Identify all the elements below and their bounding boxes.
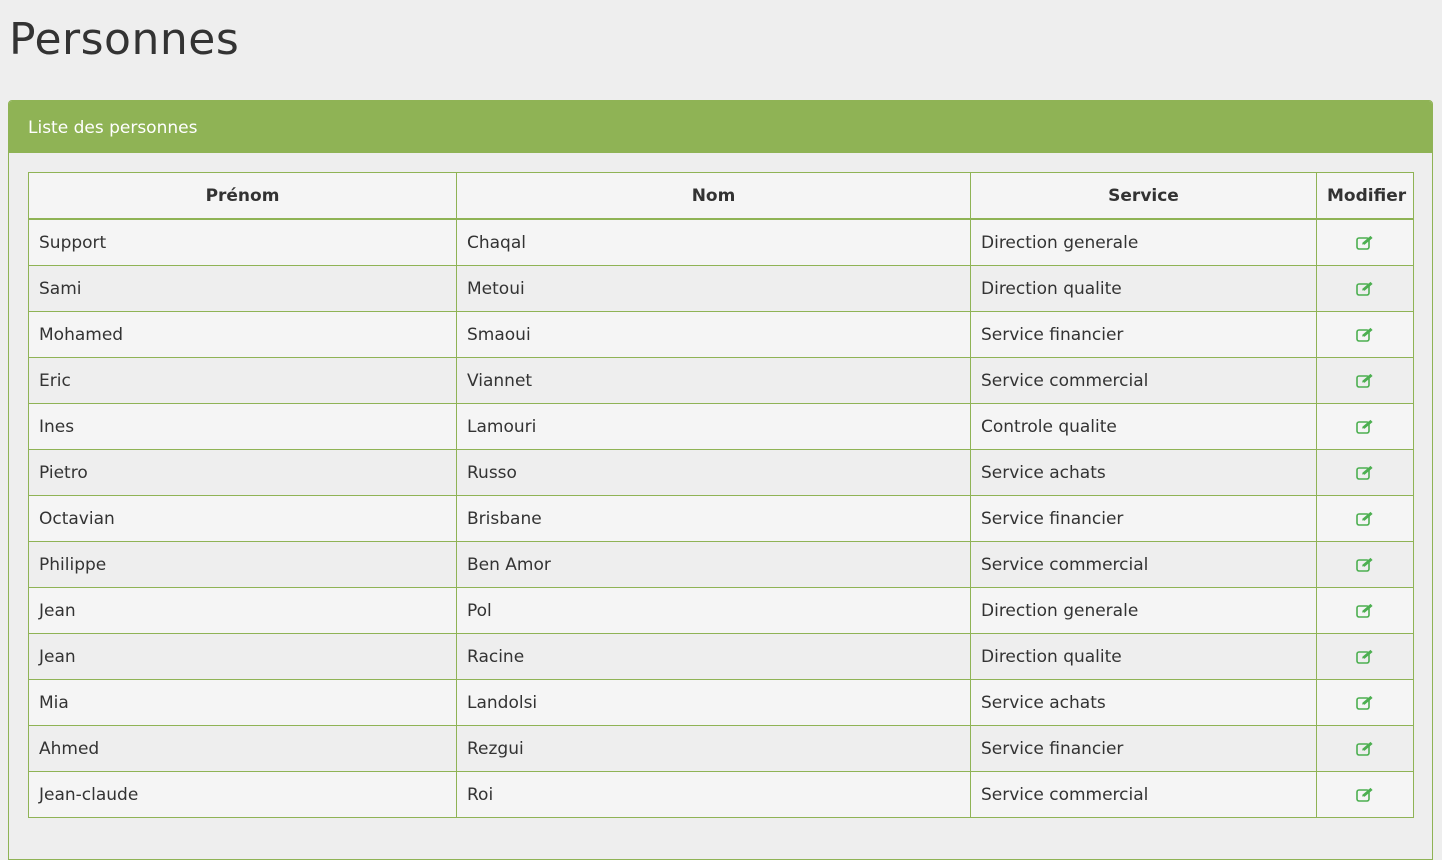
persons-panel: Liste des personnes Prénom Nom Service M… bbox=[8, 100, 1433, 860]
edit-icon[interactable] bbox=[1356, 649, 1374, 665]
cell-nom: Chaqal bbox=[456, 218, 971, 266]
cell-modifier bbox=[1316, 357, 1414, 404]
cell-prenom: Philippe bbox=[28, 541, 457, 588]
cell-prenom: Ines bbox=[28, 403, 457, 450]
column-header-nom[interactable]: Nom bbox=[456, 172, 971, 220]
cell-modifier bbox=[1316, 495, 1414, 542]
cell-nom: Pol bbox=[456, 587, 971, 634]
edit-icon[interactable] bbox=[1356, 373, 1374, 389]
cell-service: Service commercial bbox=[970, 357, 1317, 404]
cell-prenom: Jean-claude bbox=[28, 771, 457, 818]
edit-icon[interactable] bbox=[1356, 281, 1374, 297]
cell-prenom: Mia bbox=[28, 679, 457, 726]
cell-nom: Landolsi bbox=[456, 679, 971, 726]
persons-table: Prénom Nom Service Modifier Support Chaq… bbox=[28, 172, 1414, 818]
edit-icon[interactable] bbox=[1356, 235, 1374, 251]
cell-nom: Russo bbox=[456, 449, 971, 496]
page-title: Personnes bbox=[9, 14, 240, 65]
cell-service: Direction qualite bbox=[970, 633, 1317, 680]
cell-modifier bbox=[1316, 403, 1414, 450]
edit-icon[interactable] bbox=[1356, 695, 1374, 711]
cell-prenom: Sami bbox=[28, 265, 457, 312]
cell-modifier bbox=[1316, 311, 1414, 358]
table-row: Jean-claude Roi Service commercial bbox=[28, 771, 1414, 818]
edit-icon[interactable] bbox=[1356, 419, 1374, 435]
edit-icon[interactable] bbox=[1356, 511, 1374, 527]
cell-service: Service achats bbox=[970, 449, 1317, 496]
cell-nom: Ben Amor bbox=[456, 541, 971, 588]
cell-service: Direction qualite bbox=[970, 265, 1317, 312]
cell-modifier bbox=[1316, 679, 1414, 726]
column-header-service[interactable]: Service bbox=[970, 172, 1317, 220]
cell-modifier bbox=[1316, 771, 1414, 818]
edit-icon[interactable] bbox=[1356, 741, 1374, 757]
table-row: Jean Racine Direction qualite bbox=[28, 633, 1414, 680]
edit-icon[interactable] bbox=[1356, 327, 1374, 343]
panel-heading: Liste des personnes bbox=[9, 101, 1432, 153]
cell-prenom: Support bbox=[28, 218, 457, 266]
table-row: Jean Pol Direction generale bbox=[28, 587, 1414, 634]
table-row: Octavian Brisbane Service financier bbox=[28, 495, 1414, 542]
table-body: Support Chaqal Direction generale Sami M… bbox=[28, 218, 1414, 818]
table-row: Support Chaqal Direction generale bbox=[28, 218, 1414, 266]
cell-nom: Smaoui bbox=[456, 311, 971, 358]
table-row: Pietro Russo Service achats bbox=[28, 449, 1414, 496]
table-row: Philippe Ben Amor Service commercial bbox=[28, 541, 1414, 588]
cell-nom: Roi bbox=[456, 771, 971, 818]
table-header-row: Prénom Nom Service Modifier bbox=[28, 172, 1414, 220]
edit-icon[interactable] bbox=[1356, 465, 1374, 481]
table-row: Ines Lamouri Controle qualite bbox=[28, 403, 1414, 450]
cell-service: Service commercial bbox=[970, 541, 1317, 588]
cell-prenom: Octavian bbox=[28, 495, 457, 542]
edit-icon[interactable] bbox=[1356, 557, 1374, 573]
table-row: Ahmed Rezgui Service financier bbox=[28, 725, 1414, 772]
cell-service: Service commercial bbox=[970, 771, 1317, 818]
cell-modifier bbox=[1316, 633, 1414, 680]
cell-nom: Metoui bbox=[456, 265, 971, 312]
cell-prenom: Ahmed bbox=[28, 725, 457, 772]
cell-prenom: Mohamed bbox=[28, 311, 457, 358]
table-row: Sami Metoui Direction qualite bbox=[28, 265, 1414, 312]
column-header-prenom[interactable]: Prénom bbox=[28, 172, 457, 220]
cell-modifier bbox=[1316, 265, 1414, 312]
column-header-modifier: Modifier bbox=[1316, 172, 1414, 220]
cell-service: Service financier bbox=[970, 495, 1317, 542]
cell-service: Controle qualite bbox=[970, 403, 1317, 450]
edit-icon[interactable] bbox=[1356, 603, 1374, 619]
cell-modifier bbox=[1316, 587, 1414, 634]
table-row: Mohamed Smaoui Service financier bbox=[28, 311, 1414, 358]
cell-nom: Rezgui bbox=[456, 725, 971, 772]
cell-modifier bbox=[1316, 725, 1414, 772]
cell-prenom: Pietro bbox=[28, 449, 457, 496]
cell-nom: Brisbane bbox=[456, 495, 971, 542]
table-row: Mia Landolsi Service achats bbox=[28, 679, 1414, 726]
cell-modifier bbox=[1316, 449, 1414, 496]
cell-modifier bbox=[1316, 218, 1414, 266]
cell-service: Service financier bbox=[970, 311, 1317, 358]
cell-nom: Racine bbox=[456, 633, 971, 680]
cell-nom: Lamouri bbox=[456, 403, 971, 450]
cell-prenom: Jean bbox=[28, 587, 457, 634]
cell-nom: Viannet bbox=[456, 357, 971, 404]
cell-service: Direction generale bbox=[970, 587, 1317, 634]
persons-table-wrapper: Prénom Nom Service Modifier Support Chaq… bbox=[28, 172, 1414, 818]
cell-service: Service financier bbox=[970, 725, 1317, 772]
table-row: Eric Viannet Service commercial bbox=[28, 357, 1414, 404]
cell-service: Service achats bbox=[970, 679, 1317, 726]
cell-prenom: Eric bbox=[28, 357, 457, 404]
cell-modifier bbox=[1316, 541, 1414, 588]
cell-prenom: Jean bbox=[28, 633, 457, 680]
edit-icon[interactable] bbox=[1356, 787, 1374, 803]
cell-service: Direction generale bbox=[970, 218, 1317, 266]
